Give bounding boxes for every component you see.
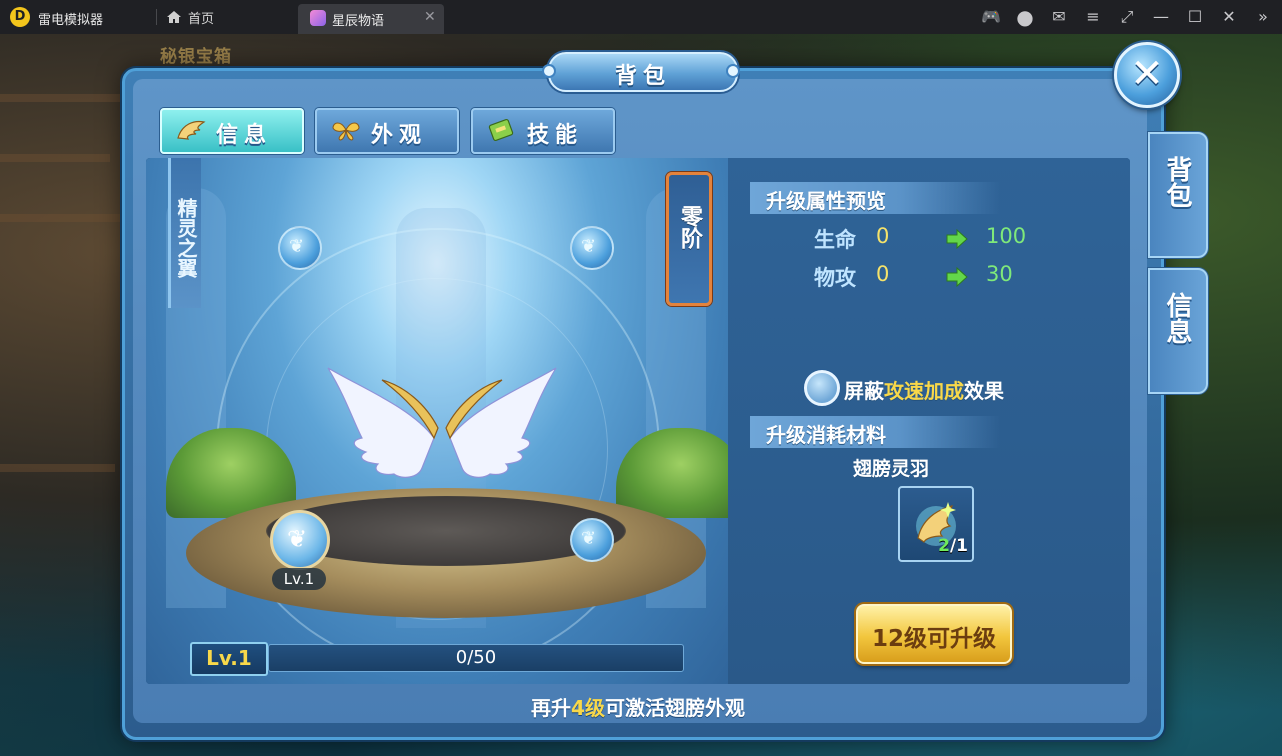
wing-icon <box>177 120 206 140</box>
footer-tip: 再升4级可激活翅膀外观 <box>146 692 1130 721</box>
hide-attack-speed-toggle[interactable]: 屏蔽攻速加成效果 <box>804 370 1104 406</box>
wing-grade-tag: 零阶 <box>666 172 712 306</box>
panel-title-bar: 背包 <box>544 52 738 92</box>
deck-plank <box>0 154 110 162</box>
tab-skills[interactable]: 技能 <box>471 108 615 154</box>
upgrade-button-label: 12级可升级 <box>871 626 996 652</box>
exp-progress-bar: 0/50 <box>268 644 684 672</box>
tab-game[interactable]: 星辰物语 ✕ <box>298 4 444 34</box>
wing-level-box: Lv.1 <box>190 642 268 676</box>
minimize-icon[interactable]: — <box>1150 7 1172 27</box>
material-count: 2/1 <box>900 536 968 556</box>
stat-name: 物攻 <box>814 266 856 290</box>
arrow-right-icon <box>946 267 968 287</box>
toggle-label-highlight: 攻速加成 <box>884 379 964 403</box>
arrow-right-icon <box>946 229 968 249</box>
wing-grade-label: 零阶 <box>677 205 702 249</box>
tab-appearance[interactable]: 外观 <box>315 108 459 154</box>
footer-tip-suffix: 可激活翅膀外观 <box>604 696 745 720</box>
exp-progress-text: 0/50 <box>455 647 497 668</box>
toggle-label-prefix: 屏蔽 <box>844 379 884 403</box>
tab-skills-label: 技能 <box>527 123 584 148</box>
wing-slot-locked[interactable]: ❦ <box>570 518 614 562</box>
tab-game-label: 星辰物语 <box>332 14 385 29</box>
stat-name: 生命 <box>814 228 856 252</box>
side-tab-bag-label: 背包 <box>1162 156 1192 208</box>
upgrade-info-panel: 升级属性预览 生命 0 100 物攻 0 30 屏蔽攻速加成效果 升级消耗材料 <box>728 158 1130 684</box>
maximize-icon[interactable]: ☐ <box>1184 7 1206 27</box>
user-icon[interactable]: ● <box>1014 7 1036 27</box>
collapse-icon[interactable]: » <box>1252 7 1274 27</box>
tab-home-label: 首页 <box>188 12 215 27</box>
preview-header-label: 升级属性预览 <box>766 189 886 213</box>
angel-wings-icon <box>327 367 557 478</box>
panel-title: 背包 <box>614 64 671 89</box>
game-app-icon <box>310 10 326 26</box>
content-area: 精灵之翼 零阶 ❦ ❦ ❦ ❦ Lv.1 Lv.1 0/50 升级属性预览 生命… <box>146 158 1130 684</box>
deck-plank <box>0 464 115 472</box>
close-icon: ✕ <box>1130 51 1164 97</box>
feather-icon: ❦ <box>289 236 305 257</box>
emulator-titlebar: D 雷电模拟器 首页 星辰物语 ✕ 🎮 ● ✉ ≡ ⤢ — ☐ ✕ » <box>0 0 1282 34</box>
tab-home[interactable]: 首页 <box>162 5 292 30</box>
emulator-logo-icon: D <box>10 7 30 27</box>
wing-category-label: 精灵之翼 <box>174 198 198 278</box>
stat-next: 100 <box>986 224 1027 248</box>
tab-divider <box>156 9 157 25</box>
toggle-label: 屏蔽攻速加成效果 <box>844 375 1004 404</box>
material-header: 升级消耗材料 <box>750 416 1000 448</box>
feather-icon: ❦ <box>287 525 308 553</box>
stat-current: 0 <box>876 262 890 286</box>
mail-icon[interactable]: ✉ <box>1048 7 1070 27</box>
wing-slot-active[interactable]: ❦ <box>270 510 330 570</box>
butterfly-icon <box>332 122 360 141</box>
wing-category-banner: 精灵之翼 <box>168 158 201 308</box>
menu-icon[interactable]: ≡ <box>1082 7 1104 27</box>
emulator-app-name: 雷电模拟器 <box>38 13 104 28</box>
material-slot[interactable]: 2/1 <box>898 486 974 562</box>
feather-icon: ❦ <box>581 236 597 257</box>
toggle-label-suffix: 效果 <box>964 379 1004 403</box>
tab-close-icon[interactable]: ✕ <box>424 9 436 25</box>
stat-row: 物攻 0 30 <box>814 262 1114 292</box>
footer-tip-highlight: 4级 <box>571 696 605 720</box>
deck-plank <box>0 94 130 102</box>
gamepad-icon[interactable]: 🎮 <box>980 7 1002 27</box>
deck-plank <box>0 214 125 222</box>
resize-icon[interactable]: ⤢ <box>1116 7 1138 27</box>
home-icon <box>167 11 181 23</box>
wing-level-label: Lv.1 <box>206 646 252 670</box>
skill-book-icon <box>488 119 514 141</box>
stat-current: 0 <box>876 224 890 248</box>
stat-next: 30 <box>986 262 1013 286</box>
wing-slot-locked[interactable]: ❦ <box>570 226 614 270</box>
wing-stage: 精灵之翼 零阶 ❦ ❦ ❦ ❦ Lv.1 Lv.1 0/50 <box>146 158 728 684</box>
wing-slot-level: Lv.1 <box>272 568 326 590</box>
tab-info[interactable]: 信息 <box>160 108 304 154</box>
chest-label: 秘银宝箱 <box>160 47 232 67</box>
toggle-checkbox[interactable] <box>804 370 840 406</box>
window-close-icon[interactable]: ✕ <box>1218 7 1240 27</box>
tab-info-label: 信息 <box>216 123 273 148</box>
material-header-label: 升级消耗材料 <box>766 423 886 447</box>
material-need: /1 <box>949 536 968 556</box>
close-button[interactable]: ✕ <box>1114 42 1180 108</box>
feather-icon: ❦ <box>581 528 597 549</box>
material-have: 2 <box>938 536 950 556</box>
side-tab-bag[interactable]: 背包 <box>1148 132 1208 258</box>
footer-tip-prefix: 再升 <box>531 696 572 720</box>
wing-slot-locked[interactable]: ❦ <box>278 226 322 270</box>
stat-row: 生命 0 100 <box>814 224 1114 254</box>
upgrade-button[interactable]: 12级可升级 <box>856 604 1012 664</box>
material-name: 翅膀灵羽 <box>852 458 929 480</box>
preview-header: 升级属性预览 <box>750 182 1000 214</box>
tab-appearance-label: 外观 <box>371 123 428 148</box>
side-tab-info[interactable]: 信息 <box>1148 268 1208 394</box>
side-tab-info-label: 信息 <box>1162 292 1192 344</box>
